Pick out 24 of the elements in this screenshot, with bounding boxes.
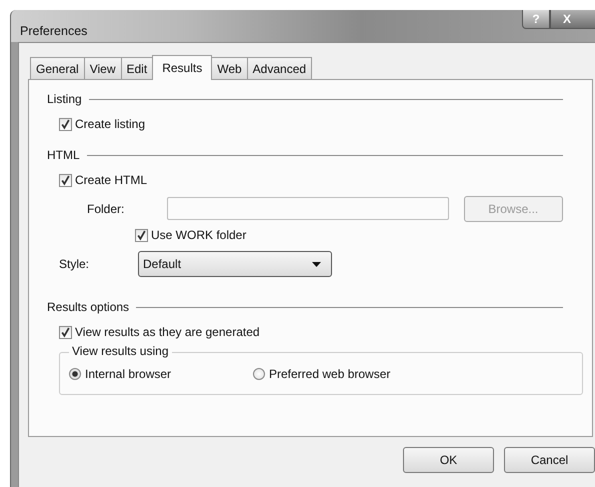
tab[interactable]: Results [152,55,212,80]
window-title: Preferences [20,24,88,38]
view-results-checkbox[interactable]: View results as they are generated [59,321,260,343]
use-work-folder-checkbox[interactable]: Use WORK folder [135,224,246,246]
dialog-button[interactable]: Cancel [504,447,595,473]
field-label: Style: [59,257,90,271]
folder-field[interactable] [166,197,448,220]
section-heading: HTML [47,148,80,162]
style-dropdown[interactable]: Default [138,251,332,277]
radio-option[interactable]: Preferred web browser [253,367,390,381]
section-heading: Results options [47,300,130,314]
tab[interactable]: General [30,57,85,79]
radio-option[interactable]: Internal browser [69,367,253,381]
caret-icon [312,262,321,266]
section-heading: Listing [47,92,82,106]
tab[interactable]: View [84,57,122,79]
tab[interactable]: Web [211,57,248,79]
tab[interactable]: Advanced [246,57,312,79]
tab[interactable]: Edit [120,57,154,79]
dialog-button[interactable]: OK [403,447,494,473]
create-html-checkbox[interactable]: Create HTML [59,169,148,191]
create-listing-checkbox[interactable]: Create listing [59,113,146,135]
group-legend: View results using [69,344,172,358]
field-label: Folder: [87,202,126,216]
